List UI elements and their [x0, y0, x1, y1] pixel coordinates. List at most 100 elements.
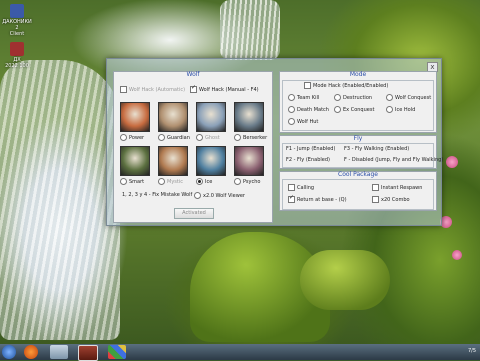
radio-label: Death Match: [297, 107, 329, 113]
mode-wolf-conquest-radio[interactable]: Wolf Conquest: [386, 94, 431, 101]
checkbox-box: [304, 82, 311, 89]
wolf-radio-ice[interactable]: Ice: [196, 178, 212, 185]
radio-label: Mystic: [167, 179, 183, 185]
wolf-portrait-mystic[interactable]: [158, 146, 188, 176]
mode-panel: Mode Mode Hack (Enabled/Enabled) Team Ki…: [279, 71, 437, 133]
radio-label: Ghost: [205, 135, 220, 141]
checkbox-label: Calling: [297, 185, 315, 191]
radio-label: Ice Hold: [395, 107, 416, 113]
app-icon: [10, 42, 24, 56]
wolf-portrait-power[interactable]: [120, 102, 150, 132]
hack-app-icon[interactable]: [78, 345, 98, 361]
radio-dot: [120, 134, 127, 141]
fix-mistake-text: 1, 2, 3 y 4 - Fix Mistake Wolf: [122, 192, 193, 198]
mode-ex-conquest-radio[interactable]: Ex Conquest: [334, 106, 374, 113]
wolf-radio-guardian[interactable]: Guardian: [158, 134, 190, 141]
radio-label: Berserker: [243, 135, 268, 141]
instant-respawn-checkbox[interactable]: Instant Respawn: [372, 184, 422, 191]
desktop-icon-sublabel: Client: [9, 31, 25, 37]
flower: [446, 156, 458, 168]
desktop-icon-dx[interactable]: ДХ 2022 100: [2, 42, 32, 69]
wolf-portrait-ghost[interactable]: [196, 102, 226, 132]
radio-dot: [288, 94, 295, 101]
radio-dot: [120, 178, 127, 185]
radio-dot: [194, 192, 201, 199]
radio-dot: [196, 178, 203, 185]
fly-f3-text: F3 - Fly Walking (Enabled): [344, 146, 410, 152]
wolf-hack-automatic-checkbox[interactable]: Wolf Hack (Automatic): [120, 86, 185, 93]
wolf-portrait-smart[interactable]: [120, 146, 150, 176]
firefox-icon[interactable]: [24, 345, 38, 359]
wolf-radio-ghost[interactable]: Ghost: [196, 134, 220, 141]
fly-title: Fly: [353, 135, 363, 142]
radio-label: Ex Conquest: [343, 107, 375, 113]
checkbox-label: Mode Hack (Enabled/Enabled): [313, 83, 389, 89]
checkbox-box: [372, 184, 379, 191]
calling-checkbox[interactable]: Calling: [288, 184, 314, 191]
radio-label: Smart: [129, 179, 145, 185]
checkbox-box: [120, 86, 127, 93]
radio-label: Destruction: [343, 95, 373, 101]
radio-label: Wolf Conquest: [395, 95, 432, 101]
checkbox-label: Wolf Hack (Automatic): [129, 87, 186, 93]
radio-dot: [234, 178, 241, 185]
checkbox-label: Return at base - (Q): [297, 197, 347, 203]
radio-label: Team Kill: [297, 95, 320, 101]
app-grid-icon[interactable]: [108, 345, 126, 359]
fly-f1-text: F1 - Jump (Enabled): [286, 146, 336, 152]
radio-dot: [196, 134, 203, 141]
checkbox-label: x20 Combo: [381, 197, 410, 203]
fly-disabled-text: F - Disabled (Jump, Fly and Fly Walking): [344, 157, 444, 163]
checkbox-box: [288, 194, 295, 203]
radio-dot: [386, 106, 393, 113]
wolf-title: Wolf: [186, 71, 200, 78]
desktop-icon-label: ДАКОНИКИ 2: [2, 19, 32, 31]
mode-team-kill-radio[interactable]: Team Kill: [288, 94, 319, 101]
checkbox-box: [372, 196, 379, 203]
return-at-base-checkbox[interactable]: Return at base - (Q): [288, 194, 347, 203]
game-icon: [10, 4, 24, 18]
radio-dot: [158, 178, 165, 185]
wolf-radio-berserker[interactable]: Berserker: [234, 134, 267, 141]
radio-dot: [288, 106, 295, 113]
wolf-panel: Wolf Wolf Hack (Automatic) Wolf Hack (Ma…: [113, 71, 273, 223]
desktop-icon-client[interactable]: ДАКОНИКИ 2 Client: [2, 4, 32, 37]
mode-wolf-hut-radio[interactable]: Wolf Hut: [288, 118, 318, 125]
checkbox-label: x2.0 Wolf Viewer: [203, 193, 245, 199]
radio-dot: [334, 94, 341, 101]
activated-button[interactable]: Activated: [174, 208, 214, 219]
mode-hack-checkbox[interactable]: Mode Hack (Enabled/Enabled): [304, 82, 388, 89]
mode-title: Mode: [349, 71, 367, 78]
wolf-radio-mystic[interactable]: Mystic: [158, 178, 183, 185]
cool-package-title: Cool Package: [338, 171, 378, 178]
checkbox-label: Instant Respawn: [381, 185, 423, 191]
radio-label: Wolf Hut: [297, 119, 319, 125]
fly-f2-text: F2 - Fly (Enabled): [286, 157, 330, 163]
wolf-radio-smart[interactable]: Smart: [120, 178, 144, 185]
clock: 7/5: [467, 348, 476, 354]
radio-label: Psycho: [243, 179, 261, 185]
checkbox-box: [288, 184, 295, 191]
explorer-icon[interactable]: [50, 345, 68, 359]
mode-death-match-radio[interactable]: Death Match: [288, 106, 329, 113]
wolf-radio-psycho[interactable]: Psycho: [234, 178, 260, 185]
wolf-portrait-psycho[interactable]: [234, 146, 264, 176]
wolf-viewer-checkbox[interactable]: x2.0 Wolf Viewer: [194, 192, 245, 199]
radio-dot: [386, 94, 393, 101]
wolf-hack-manual-checkbox[interactable]: Wolf Hack (Manual - F4): [190, 84, 259, 93]
checkbox-label: Wolf Hack (Manual - F4): [199, 87, 259, 93]
mode-ice-hold-radio[interactable]: Ice Hold: [386, 106, 415, 113]
checkbox-box: [190, 84, 197, 93]
mode-destruction-radio[interactable]: Destruction: [334, 94, 372, 101]
wolf-portrait-guardian[interactable]: [158, 102, 188, 132]
radio-label: Guardian: [167, 135, 190, 141]
radio-dot: [334, 106, 341, 113]
wolf-portrait-berserker[interactable]: [234, 102, 264, 132]
radio-dot: [288, 118, 295, 125]
taskbar: 7/5: [0, 344, 480, 361]
start-button[interactable]: [2, 345, 16, 359]
radio-label: Ice: [205, 179, 213, 185]
wolf-radio-power[interactable]: Power: [120, 134, 144, 141]
wolf-portrait-ice[interactable]: [196, 146, 226, 176]
x20-combo-checkbox[interactable]: x20 Combo: [372, 196, 410, 203]
